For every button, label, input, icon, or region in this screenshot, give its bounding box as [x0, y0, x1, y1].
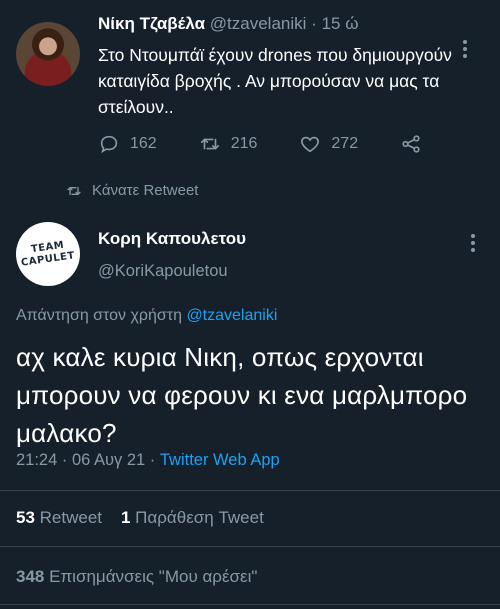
engagement-stats: 53 Retweet 1 Παράθεση Tweet: [16, 508, 264, 528]
like-button[interactable]: 272: [299, 133, 358, 155]
avatar[interactable]: TEAM CAPULET: [16, 222, 80, 286]
quote-label: Παράθεση Tweet: [135, 508, 264, 527]
tweet-text: Στο Ντουμπάϊ έχουν drones που δημιουργού…: [98, 45, 452, 117]
reply-count: 162: [130, 135, 157, 152]
retweet-count: 53: [16, 508, 35, 527]
tweet-time[interactable]: 15 ώ: [322, 14, 359, 33]
tweet-actions: 162 216 272: [98, 132, 428, 156]
share-button[interactable]: [400, 133, 422, 155]
divider: [0, 604, 500, 605]
retweet-label: Retweet: [39, 508, 103, 527]
author-handle[interactable]: @KoriKapouletou: [98, 262, 228, 281]
retweet-icon: [67, 186, 81, 195]
quote-count: 1: [120, 508, 131, 527]
likes-label: Επισημάνσεις "Μου αρέσει": [49, 567, 258, 586]
likes-stat[interactable]: 348 Επισημάνσεις "Μου αρέσει": [16, 567, 257, 587]
tweet-header: Νίκη Τζαβέλα @tzavelaniki · 15 ώ: [98, 14, 358, 34]
tweet-text: αχ καλε κυρια Νικη, οπως ερχονται μπορου…: [16, 342, 468, 448]
reply-button[interactable]: 162: [98, 133, 157, 155]
quotes-stat[interactable]: 1 Παράθεση Tweet: [121, 508, 264, 527]
heart-icon: [301, 136, 320, 153]
source-app-link[interactable]: Twitter Web App: [160, 451, 280, 469]
tweet-timestamp[interactable]: 21:24 · 06 Αυγ 21 ·: [16, 451, 160, 469]
reply-icon: [100, 135, 118, 154]
reply-context: Απάντηση στον χρήστη @tzavelaniki: [16, 307, 277, 325]
retweeted-label: Κάνατε Retweet: [92, 182, 199, 199]
tweet-meta: 21:24 · 06 Αυγ 21 · Twitter Web App: [16, 451, 280, 470]
retweet-count: 216: [230, 135, 258, 152]
author-name[interactable]: Νίκη Τζαβέλα: [98, 14, 205, 33]
retweet-icon: [200, 138, 219, 150]
divider: [0, 490, 500, 491]
more-options-icon[interactable]: [470, 234, 476, 254]
avatar-text-line2: CAPULET: [20, 250, 76, 269]
retweet-button[interactable]: 216: [199, 133, 258, 155]
mention-link[interactable]: @tzavelaniki: [186, 307, 277, 324]
header-separator: ·: [311, 14, 317, 33]
divider: [0, 546, 500, 547]
retweets-stat[interactable]: 53 Retweet: [16, 508, 102, 527]
likes-count: 348: [16, 567, 45, 586]
retweeted-indicator: Κάνατε Retweet: [66, 182, 198, 199]
avatar[interactable]: [16, 22, 80, 86]
like-count: 272: [331, 135, 359, 152]
share-icon: [402, 135, 420, 153]
author-name[interactable]: Κορη Καπουλετου: [98, 229, 246, 249]
reply-prefix: Απάντηση στον χρήστη: [16, 307, 182, 324]
author-handle[interactable]: @tzavelaniki: [210, 14, 307, 33]
